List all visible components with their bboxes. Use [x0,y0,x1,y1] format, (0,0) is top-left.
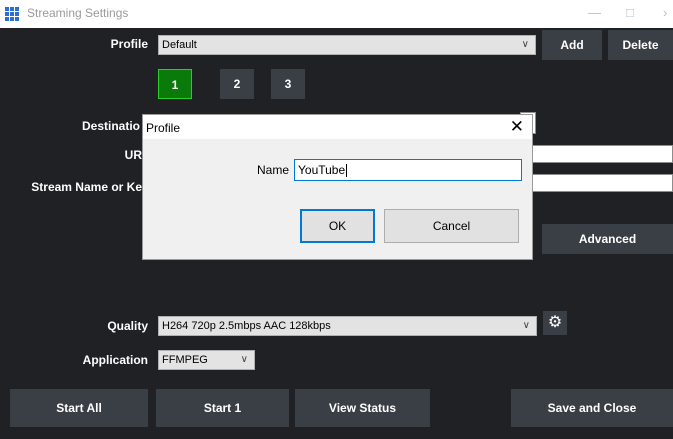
tab-2[interactable]: 2 [220,69,254,99]
advanced-button[interactable]: Advanced [542,224,673,254]
save-and-close-button[interactable]: Save and Close [511,389,673,427]
quality-label: Quality [107,319,148,333]
stream-name-label: Stream Name or Ke [31,180,142,194]
start-all-button[interactable]: Start All [10,389,148,427]
profile-select-value: Default [162,39,197,51]
dialog-title: Profile [146,121,181,135]
chevron-down-icon: ∨ [240,354,248,365]
add-profile-button[interactable]: Add [542,30,602,60]
url-input[interactable] [520,145,673,163]
name-input-value: YouTube [298,163,346,177]
text-caret [346,164,348,178]
tab-3[interactable]: 3 [271,69,305,99]
window-title: Streaming Settings [27,6,129,20]
quality-select[interactable]: H264 720p 2.5mbps AAC 128kbps ∨ [158,316,537,336]
title-bar: Streaming Settings — □ › [0,0,673,28]
stream-name-input[interactable] [520,174,673,192]
gear-icon[interactable]: ⚙ [543,311,567,335]
app-grid-icon [5,7,21,21]
application-select-value: FFMPEG [162,354,208,366]
profile-dialog: Profile ✕ Name YouTube OK Cancel [142,114,533,260]
bottom-bar: Start All Start 1 View Status Save and C… [0,378,673,439]
chevron-down-icon: ∨ [521,39,529,50]
maximize-icon[interactable]: □ [626,5,634,20]
ok-button[interactable]: OK [300,209,375,243]
close-icon[interactable]: › [663,5,667,20]
profile-select[interactable]: Default ∨ [158,35,536,55]
url-label: UR [124,148,142,162]
chevron-down-icon: ∨ [522,320,530,331]
quality-select-value: H264 720p 2.5mbps AAC 128kbps [162,320,331,332]
profile-label: Profile [110,37,148,51]
view-status-button[interactable]: View Status [295,389,430,427]
name-label: Name [257,163,290,177]
dialog-title-bar: Profile ✕ [143,115,532,139]
application-label: Application [82,353,148,367]
name-input[interactable]: YouTube [294,159,522,181]
close-icon[interactable]: ✕ [510,117,524,137]
tab-1[interactable]: 1 [158,69,192,99]
delete-profile-button[interactable]: Delete [608,30,673,60]
minimize-icon[interactable]: — [588,5,601,20]
cancel-button[interactable]: Cancel [384,209,519,243]
application-select[interactable]: FFMPEG ∨ [158,350,255,370]
destination-label: Destinatio [81,119,140,133]
start-1-button[interactable]: Start 1 [156,389,289,427]
